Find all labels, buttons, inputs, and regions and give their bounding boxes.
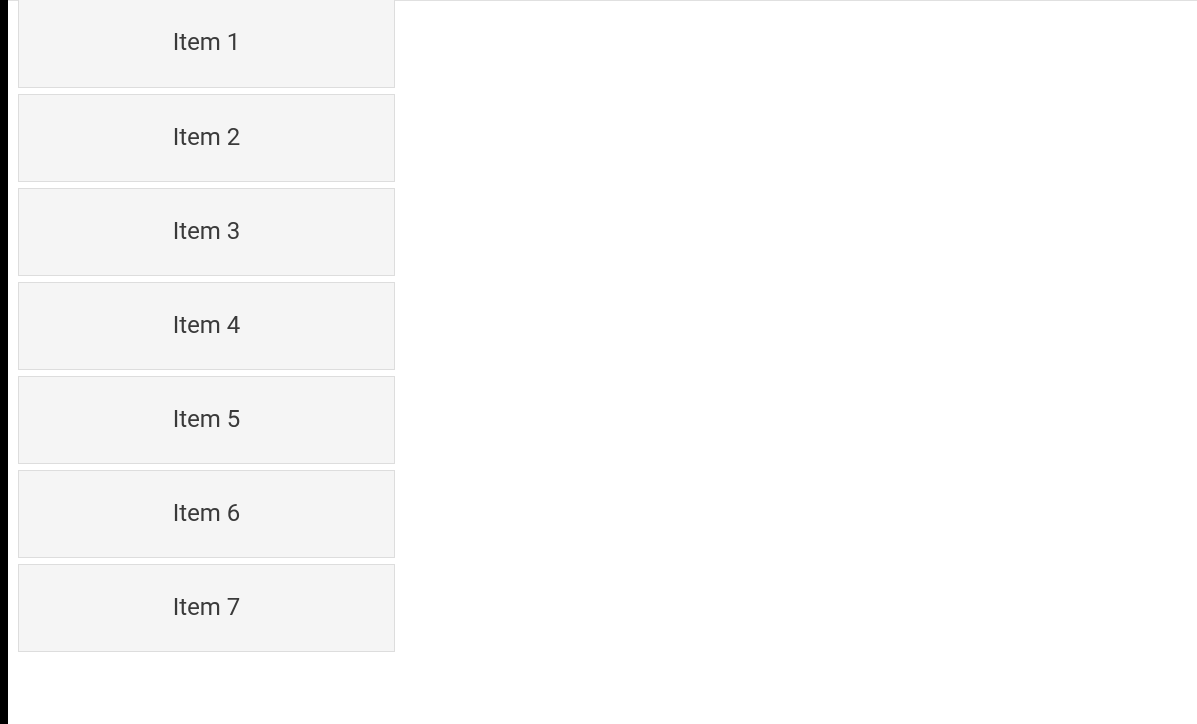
list-item[interactable]: Item 3 [18,188,395,276]
list-item[interactable]: Item 1 [18,0,395,88]
list-item[interactable]: Item 6 [18,470,395,558]
list-item-label: Item 7 [173,593,241,621]
list-item-label: Item 1 [173,28,241,56]
list-item[interactable]: Item 4 [18,282,395,370]
list-item-label: Item 6 [173,499,241,527]
list-item[interactable]: Item 7 [18,564,395,652]
list-item-label: Item 5 [173,405,241,433]
list-item-label: Item 2 [173,123,241,151]
item-list: Item 1 Item 2 Item 3 Item 4 Item 5 Item … [18,0,395,658]
list-item[interactable]: Item 2 [18,94,395,182]
list-item-label: Item 4 [173,311,241,339]
list-item[interactable]: Item 5 [18,376,395,464]
left-scroll-indicator [0,0,8,724]
list-item-label: Item 3 [173,217,241,245]
